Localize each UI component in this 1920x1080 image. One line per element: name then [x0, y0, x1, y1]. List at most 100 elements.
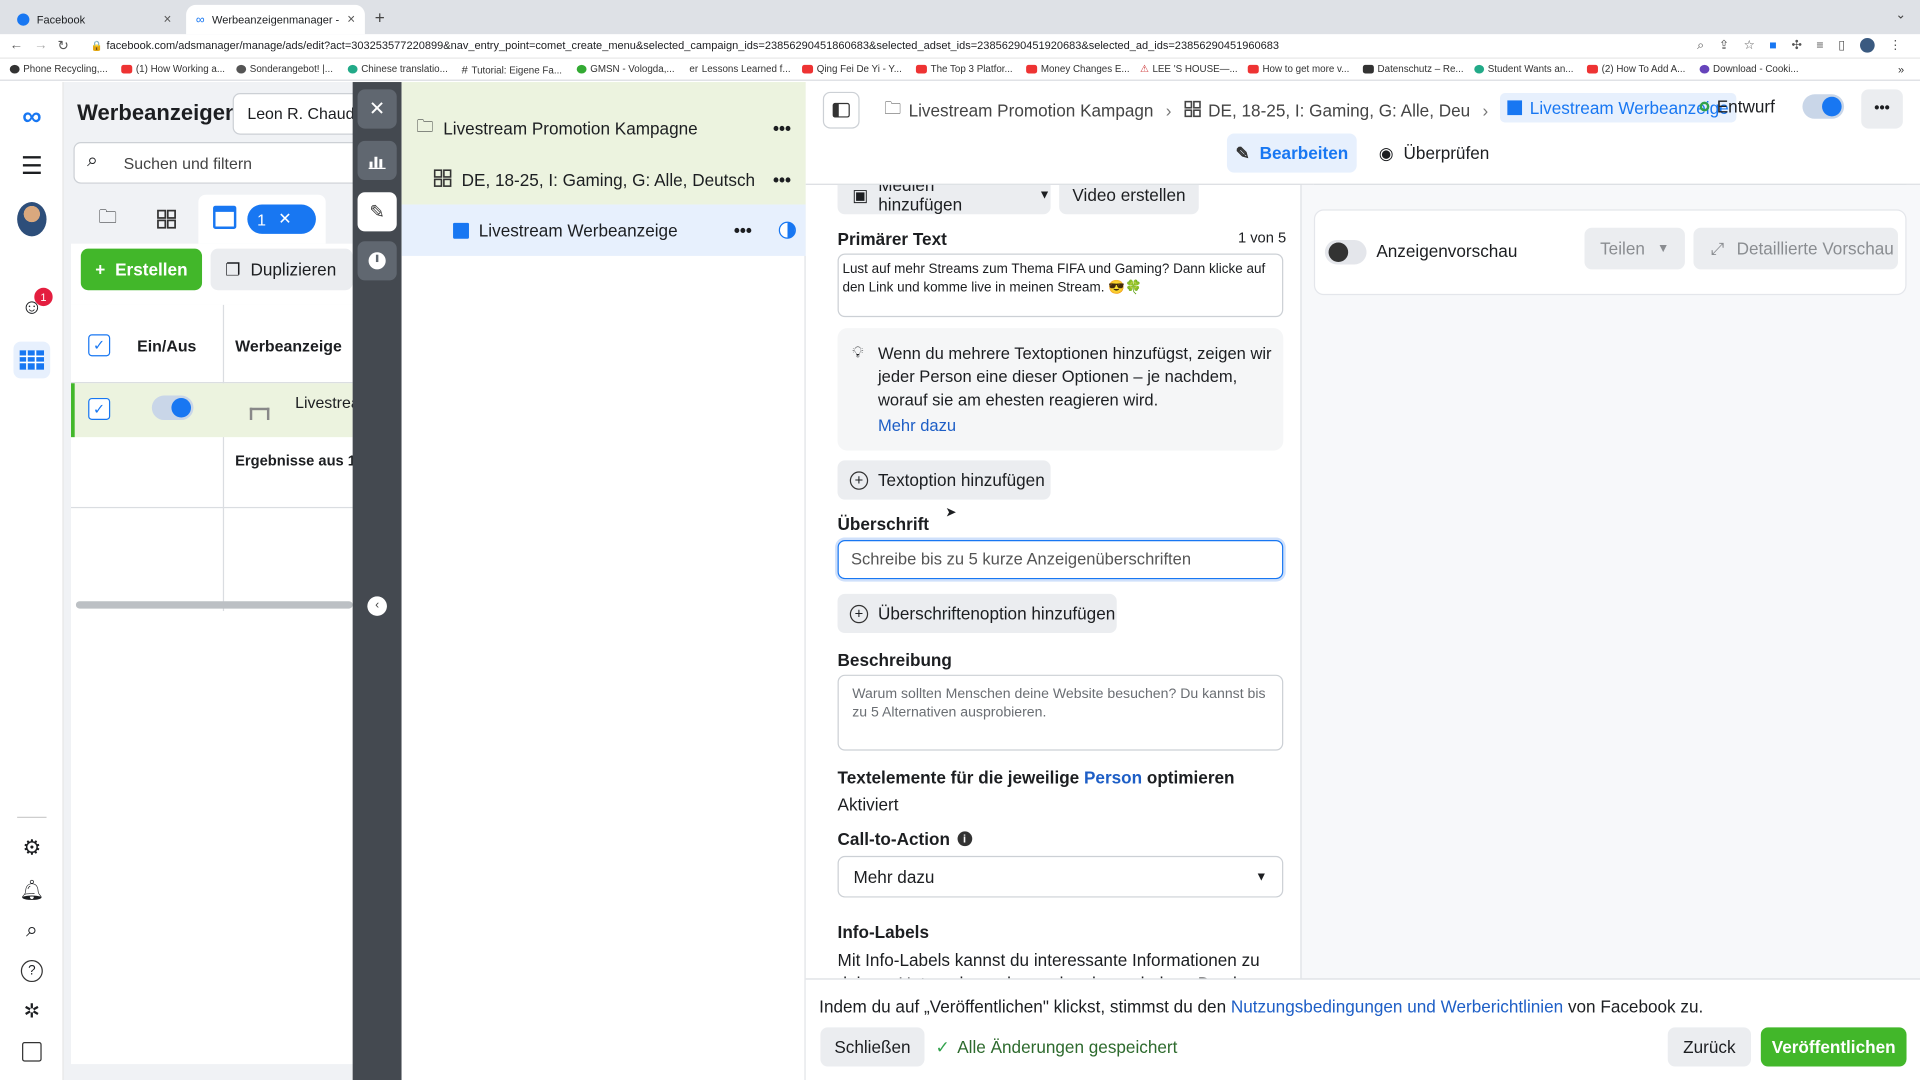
clear-selection-icon[interactable]: ✕ — [278, 209, 291, 229]
tab-review[interactable]: ◉ Überprüfen — [1379, 133, 1490, 172]
close-editor-icon[interactable]: ✕ — [357, 89, 397, 129]
breadcrumb-campaign[interactable]: Livestream Promotion Kampagn — [909, 100, 1154, 120]
publish-button[interactable]: Veröffentlichen — [1760, 1027, 1907, 1067]
browser-tab-facebook[interactable]: Facebook × — [7, 5, 181, 34]
bookmark[interactable]: (2) How To Add A... — [1586, 64, 1685, 75]
bookmark[interactable]: # Tutorial: Eigene Fa... — [462, 64, 562, 76]
ads-tab[interactable]: 1 ✕ — [198, 194, 326, 244]
adsets-tab-grid-icon[interactable] — [140, 195, 194, 244]
bookmark[interactable]: ⚠ LEE 'S HOUSE—... — [1140, 64, 1238, 75]
bookmark[interactable]: (1) How Working a... — [121, 64, 225, 75]
tab-list-icon[interactable]: ⌄ — [1896, 9, 1906, 22]
more-options-icon[interactable]: ••• — [734, 220, 752, 240]
account-selector[interactable]: Leon R. Chaudh — [232, 93, 368, 135]
contrast-status-icon[interactable] — [778, 221, 796, 239]
puzzle-icon[interactable]: ✣ — [1791, 39, 1801, 52]
tab-edit[interactable]: ✎ Bearbeiten — [1226, 133, 1357, 173]
bookmark[interactable]: er Lessons Learned f... — [689, 64, 790, 75]
headline-input[interactable]: Schreibe bis zu 5 kurze Anzeigenüberschr… — [837, 540, 1284, 580]
ad-active-toggle[interactable] — [1802, 94, 1845, 119]
hamburger-menu-icon[interactable]: ☰ — [17, 151, 46, 180]
share-icon[interactable]: ⇪ — [1719, 39, 1729, 52]
bookmark[interactable]: Chinese translatio... — [347, 64, 448, 75]
back-button[interactable]: Zurück — [1667, 1027, 1752, 1067]
reload-icon[interactable]: ↻ — [58, 38, 69, 54]
share-button[interactable]: Teilen ▼ — [1584, 227, 1685, 270]
collapse-chevron-icon[interactable]: ‹ — [367, 596, 387, 616]
bookmark[interactable]: Datenschutz – Re... — [1362, 64, 1464, 75]
row-ad-name[interactable]: Livestrea — [295, 393, 360, 411]
info-icon[interactable]: i — [957, 831, 972, 847]
search-input[interactable]: ⌕ Suchen und filtern — [73, 142, 363, 184]
pencil-edit-icon[interactable]: ✎ — [357, 192, 397, 232]
bell-icon[interactable]: 🔔︎ — [17, 876, 46, 905]
bookmark[interactable]: GMSN - Vologda,... — [576, 64, 675, 75]
add-media-button[interactable]: ▣ Medien hinzufügen ▼ — [837, 184, 1051, 215]
new-tab-button[interactable]: + — [375, 7, 385, 27]
settings-gear-icon[interactable]: ⚙ — [17, 834, 46, 863]
forward-icon[interactable]: → — [34, 38, 47, 53]
back-icon[interactable]: ← — [10, 38, 23, 53]
chart-icon[interactable] — [357, 140, 397, 181]
bug-icon[interactable]: ✲ — [17, 997, 46, 1026]
browser-tab-adsmanager[interactable]: ∞ Werbeanzeigenmanager - Wer × — [186, 4, 365, 35]
facebook-ext-icon[interactable]: ■ — [1769, 39, 1776, 52]
selected-count-pill[interactable]: 1 ✕ — [247, 204, 316, 234]
more-options-icon[interactable]: ••• — [773, 170, 791, 190]
sidebar-toggle-icon[interactable] — [17, 1037, 46, 1066]
form-scroll-area[interactable]: ▣ Medien hinzufügen ▼ Video erstellen Prim… — [806, 184, 1302, 979]
close-button[interactable]: Schließen — [820, 1027, 925, 1067]
row-checkbox[interactable]: ✓ — [88, 397, 111, 421]
close-tab-icon[interactable]: × — [347, 12, 355, 27]
add-text-option-button[interactable]: + Textoption hinzufügen — [837, 460, 1051, 500]
tree-item-ad[interactable]: Livestream Werbeanzeige ••• — [453, 206, 796, 255]
sidepanel-icon[interactable]: ▯ — [1838, 39, 1845, 52]
learn-more-link[interactable]: Mehr dazu — [878, 416, 956, 434]
campaigns-tab-folder-icon[interactable]: 🗀 — [81, 195, 135, 244]
avatar[interactable] — [17, 202, 47, 237]
help-icon[interactable]: ? — [17, 956, 46, 985]
more-bookmarks-icon[interactable]: » — [1898, 64, 1904, 76]
menu-icon[interactable]: ⋮ — [1889, 39, 1901, 52]
bookmark[interactable]: Phone Recycling,... — [9, 64, 108, 75]
cta-select[interactable]: Mehr dazu ▼ — [837, 855, 1284, 898]
more-options-icon[interactable]: ••• — [1861, 89, 1903, 129]
bookmark[interactable]: Sonderangebot! |... — [236, 64, 333, 75]
bookmark-star-icon[interactable]: ☆ — [1744, 39, 1755, 52]
search-icon[interactable]: ⌕ — [17, 916, 46, 945]
detailed-preview-button[interactable]: ⤢ Detaillierte Vorschau — [1693, 227, 1898, 270]
meta-logo-icon[interactable]: ∞ — [17, 100, 46, 131]
breadcrumb-adset[interactable]: DE, 18-25, I: Gaming, G: Alle, Deu — [1208, 100, 1470, 120]
url-text[interactable]: facebook.com/adsmanager/manage/ads/edit?… — [107, 39, 1331, 51]
panel-toggle-icon[interactable] — [822, 91, 860, 129]
primary-text-field[interactable]: Lust auf mehr Streams zum Thema FIFA und… — [837, 253, 1284, 318]
create-video-button[interactable]: Video erstellen — [1059, 184, 1199, 215]
bookmark[interactable]: Student Wants an... — [1474, 64, 1573, 75]
notifications-face-icon[interactable]: ☺ 1 — [17, 287, 53, 322]
create-button[interactable]: + Erstellen — [80, 248, 203, 291]
person-link[interactable]: Person — [1084, 768, 1142, 788]
zoom-icon[interactable]: ⌕ — [1697, 39, 1704, 52]
select-all-checkbox[interactable]: ✓ — [88, 334, 111, 357]
table-row[interactable]: ✓ Livestrea — [71, 383, 360, 438]
tree-item-adset[interactable]: DE, 18-25, I: Gaming, G: Alle, Deutsch •… — [433, 156, 795, 205]
duplicate-button[interactable]: ❐ Duplizieren — [210, 248, 353, 291]
tree-item-campaign[interactable]: 🗀 Livestream Promotion Kampagne ••• — [416, 104, 796, 153]
profile-icon[interactable] — [1859, 37, 1875, 53]
column-header-ad[interactable]: Werbeanzeige — [235, 337, 342, 355]
column-header-onoff[interactable]: Ein/Aus — [137, 337, 196, 355]
playlist-icon[interactable]: ≡ — [1816, 39, 1823, 52]
more-options-icon[interactable]: ••• — [773, 119, 791, 139]
description-field[interactable]: Warum sollten Menschen deine Website bes… — [837, 674, 1284, 751]
bookmark[interactable]: Money Changes E... — [1026, 64, 1130, 75]
preview-toggle[interactable] — [1324, 240, 1367, 265]
bookmark[interactable]: Qing Fei De Yi - Y... — [802, 64, 902, 75]
row-toggle[interactable] — [151, 395, 194, 421]
bookmark[interactable]: The Top 3 Platfor... — [915, 64, 1013, 75]
history-clock-icon[interactable] — [357, 241, 397, 281]
add-headline-option-button[interactable]: + Überschriftenoption hinzufügen — [837, 593, 1117, 634]
horizontal-scrollbar[interactable] — [75, 601, 353, 609]
close-tab-icon[interactable]: × — [164, 12, 172, 27]
terms-link[interactable]: Nutzungsbedingungen und Werberichtlinien — [1231, 997, 1563, 1017]
bookmark[interactable]: How to get more v... — [1247, 64, 1349, 75]
